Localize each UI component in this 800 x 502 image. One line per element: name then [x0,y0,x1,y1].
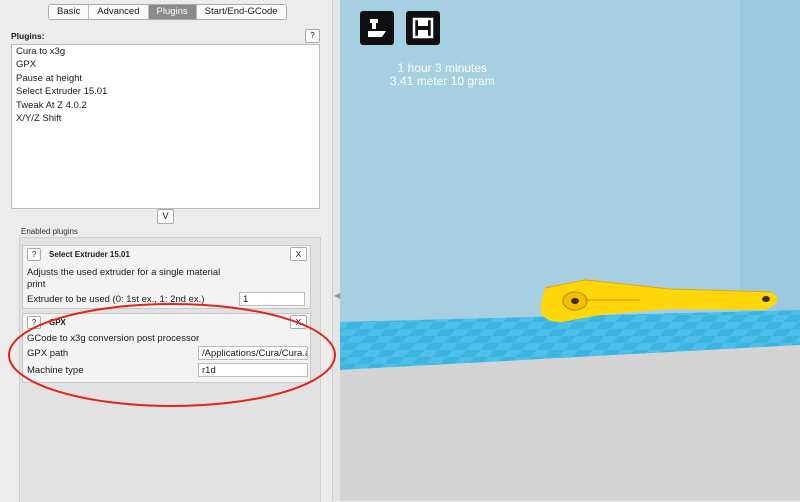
tab-start-end-gcode[interactable]: Start/End-GCode [196,5,286,19]
plugins-label: Plugins: [11,31,45,41]
settings-tabs: Basic Advanced Plugins Start/End-GCode [48,4,287,20]
gpx-card-header: ? GPX X [23,314,310,330]
load-model-icon [368,19,386,37]
gpx-remove-button[interactable]: X [290,315,307,329]
extruder-param-row: Extruder to be used (0: 1st ex., 1: 2nd … [27,292,307,308]
plugin-item-pause-at-height[interactable]: Pause at height [12,72,319,85]
model-hole-right [762,296,770,302]
save-icon [412,17,434,39]
select-extruder-help-button[interactable]: ? [27,248,41,261]
tab-advanced[interactable]: Advanced [89,5,149,19]
machine-type-input[interactable]: r1d [198,363,308,377]
plugins-help-button[interactable]: ? [305,29,320,43]
build-volume-wall [740,0,800,320]
model-hole-left [571,298,579,304]
select-extruder-card-header: ? Select Extruder 15.01 X [23,246,310,262]
gpx-help-button[interactable]: ? [27,316,41,329]
tab-basic[interactable]: Basic [49,5,90,19]
plugin-item-xyz-shift[interactable]: X/Y/Z Shift [12,112,319,125]
extruder-param-label: Extruder to be used (0: 1st ex., 1: 2nd … [27,294,205,305]
plugin-item-gpx[interactable]: GPX [12,58,319,71]
plugin-list[interactable]: Cura to x3g GPX Pause at height Select E… [11,44,320,209]
floor [340,345,800,501]
gpx-path-row: GPX path /Applications/Cura/Cura.app [27,346,308,362]
open-file-button[interactable] [360,11,394,45]
machine-type-row: Machine type r1d [27,363,308,379]
tab-plugins[interactable]: Plugins [148,5,197,19]
viewport-background [340,0,800,320]
select-extruder-description-cont: print [27,279,46,290]
add-plugin-button[interactable]: V [157,209,174,224]
gpx-description: GCode to x3g conversion post processor [27,333,200,344]
select-extruder-remove-button[interactable]: X [290,247,307,261]
material-amount-text: 3.41 meter 10 gram [390,74,495,88]
save-toolpath-button[interactable] [406,11,440,45]
select-extruder-card: ? Select Extruder 15.01 X Adjusts the us… [22,245,311,309]
gpx-title: GPX [49,318,66,327]
plugin-item-select-extruder[interactable]: Select Extruder 15.01 [12,85,319,98]
extruder-param-input[interactable]: 1 [239,292,305,306]
plugin-item-tweak-at-z[interactable]: Tweak At Z 4.0.2 [12,99,319,112]
select-extruder-description: Adjusts the used extruder for a single m… [27,267,221,278]
3d-viewport[interactable]: 1 hour 3 minutes 3.41 meter 10 gram [340,0,800,501]
gpx-card: ? GPX X GCode to x3g conversion post pro… [22,313,311,383]
plugin-item-cura-to-x3g[interactable]: Cura to x3g [12,45,319,58]
settings-panel: Basic Advanced Plugins Start/End-GCode P… [0,0,332,502]
enabled-plugins-label: Enabled plugins [21,227,78,236]
select-extruder-title: Select Extruder 15.01 [49,250,130,259]
gpx-path-input[interactable]: /Applications/Cura/Cura.app [198,346,308,360]
print-estimate: 1 hour 3 minutes 3.41 meter 10 gram [390,62,495,88]
